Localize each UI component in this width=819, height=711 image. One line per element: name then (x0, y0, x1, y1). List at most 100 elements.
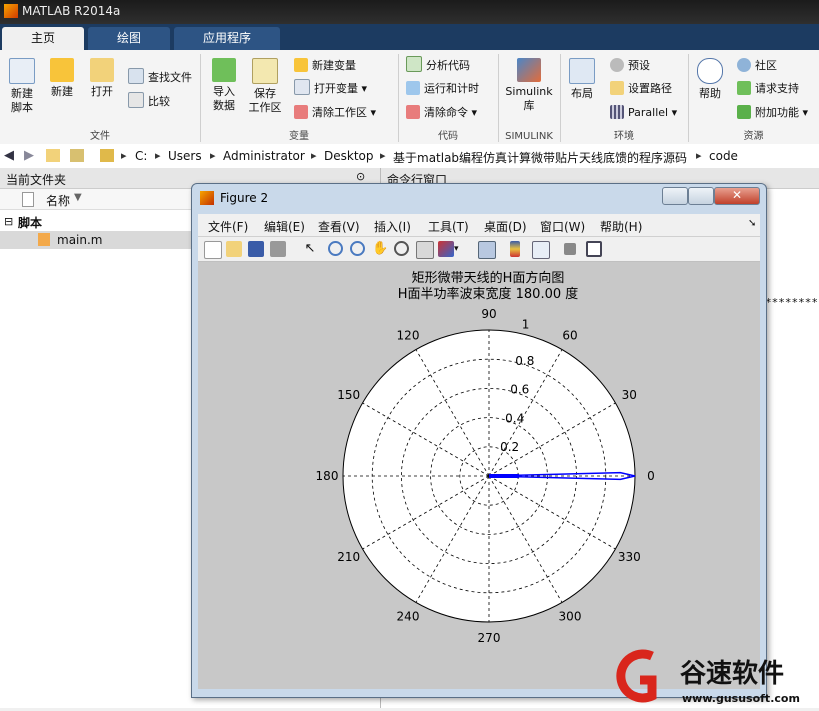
menu-edit[interactable]: 编辑(E) (264, 218, 305, 235)
open-button[interactable]: 打开 (80, 52, 124, 99)
path-separator-icon: ▸ (311, 149, 317, 162)
breadcrumb-desktop[interactable]: Desktop (324, 149, 374, 163)
analyze-code-label: 分析代码 (426, 59, 470, 72)
radial-tick-label: 0.6 (510, 383, 529, 397)
community-label: 社区 (755, 59, 777, 72)
maximize-icon[interactable] (688, 187, 714, 205)
new-button[interactable]: 新建 (40, 52, 84, 99)
preferences-label: 预设 (628, 59, 650, 72)
up-folder-icon[interactable] (46, 149, 60, 162)
breadcrumb-users[interactable]: Users (168, 149, 202, 163)
save-workspace-button[interactable]: 保存 工作区 (243, 52, 287, 115)
file-header-icon (22, 192, 34, 207)
pan-hand-icon[interactable]: ✋ (372, 241, 388, 257)
tab-apps[interactable]: 应用程序 (174, 27, 280, 50)
clear-commands-button[interactable]: 清除命令 ▾ (406, 103, 477, 123)
preferences-button[interactable]: 预设 (610, 56, 650, 76)
menu-window[interactable]: 窗口(W) (540, 218, 585, 235)
brush-icon[interactable] (438, 241, 454, 257)
analyze-code-button[interactable]: 分析代码 (406, 56, 470, 76)
community-button[interactable]: 社区 (737, 56, 777, 76)
layout-button[interactable]: 布局 (560, 52, 604, 101)
dock-arrow-icon[interactable]: ➘ (748, 218, 756, 229)
rotate-3d-icon[interactable] (394, 241, 409, 256)
import-data-button[interactable]: 导入 数据 (202, 52, 246, 113)
find-files-button[interactable]: 查找文件 (128, 68, 192, 88)
brush-dropdown-icon[interactable]: ▾ (454, 241, 470, 257)
radial-tick-label: 1 (522, 317, 530, 331)
panel-menu-icon[interactable]: ⊙ (356, 170, 365, 183)
save-icon[interactable] (248, 241, 264, 257)
new-script-button[interactable]: 新建 脚本 (0, 52, 44, 115)
breadcrumb-project-folder[interactable]: 基于matlab编程仿真计算微带贴片天线底馈的程序源码 (393, 149, 687, 166)
find-files-icon (128, 68, 144, 84)
matlab-title-bar: MATLAB R2014a (0, 0, 819, 24)
new-script-label: 新建 脚本 (11, 87, 33, 114)
column-name-header[interactable]: 名称 (46, 192, 70, 209)
figure-title-bar[interactable]: Figure 2 ✕ (192, 184, 766, 212)
minimize-icon[interactable] (662, 187, 688, 205)
run-and-time-button[interactable]: 运行和计时 (406, 79, 479, 99)
watermark-url: www.gususoft.com (682, 692, 800, 705)
addons-button[interactable]: 附加功能 ▾ (737, 103, 808, 123)
ribbon-tab-bar: 主页 绘图 应用程序 (0, 24, 819, 50)
print-icon[interactable] (270, 241, 286, 257)
zoom-in-icon[interactable] (328, 241, 343, 256)
request-support-button[interactable]: 请求支持 (737, 79, 799, 99)
new-variable-button[interactable]: 新建变量 (294, 56, 356, 76)
new-label: 新建 (51, 85, 73, 98)
close-icon[interactable]: ✕ (714, 187, 760, 205)
back-icon[interactable]: ◀ (4, 148, 14, 163)
clear-workspace-button[interactable]: 清除工作区 ▾ (294, 103, 376, 123)
hide-plot-tools-icon[interactable] (564, 243, 576, 255)
command-output: ********* (765, 296, 819, 309)
group-file-label: 文件 (90, 131, 110, 142)
data-cursor-icon[interactable] (416, 241, 434, 259)
group-environment-label: 环境 (614, 131, 634, 142)
path-separator-icon: ▸ (210, 149, 216, 162)
compare-button[interactable]: 比较 (128, 92, 170, 112)
mfile-icon (38, 233, 50, 246)
menu-view[interactable]: 查看(V) (318, 218, 360, 235)
import-data-label: 导入 数据 (213, 85, 235, 112)
help-button[interactable]: 帮助 (688, 52, 732, 101)
angle-tick-label: 300 (559, 609, 582, 623)
menu-insert[interactable]: 插入(I) (374, 218, 411, 235)
polar-chart: 矩形微带天线的H面方向图 H面半功率波束宽度 180.00 度 90603003… (316, 270, 655, 645)
group-variable-label: 变量 (289, 131, 309, 142)
radial-tick-label: 0.8 (515, 354, 534, 368)
parallel-button[interactable]: Parallel ▾ (610, 103, 677, 123)
menu-desktop[interactable]: 桌面(D) (484, 218, 527, 235)
figure-window: Figure 2 ✕ 文件(F) 编辑(E) 查看(V) 插入(I) 工具(T)… (191, 183, 767, 698)
show-plot-tools-icon[interactable] (586, 241, 602, 257)
set-path-button[interactable]: 设置路径 (610, 79, 672, 99)
browse-folder-icon[interactable] (70, 149, 84, 162)
folder-icon (90, 58, 114, 82)
breadcrumb-drive[interactable]: C: (135, 149, 147, 163)
menu-file[interactable]: 文件(F) (208, 218, 248, 235)
parallel-icon (610, 105, 624, 119)
collapse-icon[interactable]: ⊟ (4, 215, 13, 228)
link-plot-icon[interactable] (478, 241, 496, 259)
open-variable-button[interactable]: 打开变量 ▾ (294, 79, 367, 99)
pointer-icon[interactable]: ↖ (302, 241, 318, 257)
breadcrumb-administrator[interactable]: Administrator (223, 149, 305, 163)
forward-icon[interactable]: ▶ (24, 148, 34, 163)
zoom-out-icon[interactable] (350, 241, 365, 256)
tab-plots[interactable]: 绘图 (88, 27, 170, 50)
save-workspace-label: 保存 工作区 (248, 87, 282, 114)
simulink-library-button[interactable]: Simulink 库 (503, 52, 555, 113)
legend-icon[interactable] (532, 241, 550, 259)
breadcrumb-code[interactable]: code (709, 149, 738, 163)
menu-help[interactable]: 帮助(H) (600, 218, 642, 235)
menu-tools[interactable]: 工具(T) (428, 218, 469, 235)
path-separator-icon: ▸ (155, 149, 161, 162)
new-figure-icon[interactable] (204, 241, 222, 259)
layout-label: 布局 (571, 87, 593, 100)
open-file-icon[interactable] (226, 241, 242, 257)
set-path-label: 设置路径 (628, 82, 672, 95)
colorbar-icon[interactable] (510, 241, 520, 257)
addons-icon (737, 105, 751, 119)
matlab-logo-icon (4, 4, 18, 18)
tab-home[interactable]: 主页 (2, 27, 84, 50)
